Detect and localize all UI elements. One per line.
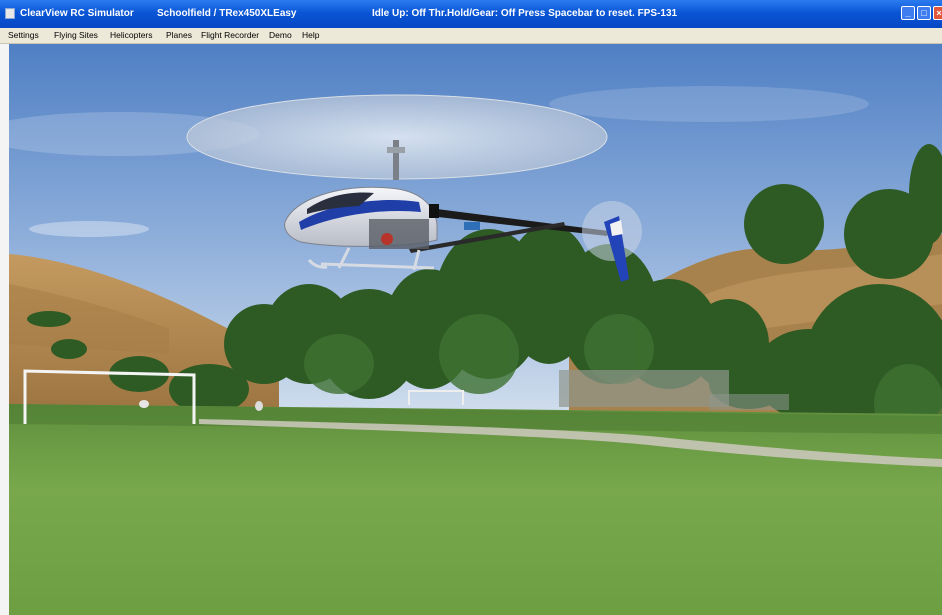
menu-flying-sites[interactable]: Flying Sites <box>54 30 98 41</box>
simulator-viewport[interactable] <box>9 44 942 615</box>
menu-planes[interactable]: Planes <box>166 30 192 41</box>
menu-helicopters[interactable]: Helicopters <box>110 30 153 41</box>
grass-field <box>9 404 942 615</box>
window-title-site: Schoolfield / TRex450XLEasy <box>157 8 297 19</box>
menu-demo[interactable]: Demo <box>269 30 292 41</box>
close-button[interactable]: × <box>933 6 942 20</box>
window-left-edge <box>0 44 9 615</box>
menu-flight-recorder[interactable]: Flight Recorder <box>201 30 259 41</box>
minimize-button[interactable]: _ <box>901 6 915 20</box>
flying-site-scene <box>9 44 942 615</box>
menu-bar: Settings Flying Sites Helicopters Planes… <box>0 28 942 44</box>
backstop-fence <box>559 370 729 407</box>
window-title-status: Idle Up: Off Thr.Hold/Gear: Off Press Sp… <box>372 8 678 19</box>
maximize-button[interactable]: □ <box>917 6 931 20</box>
menu-settings[interactable]: Settings <box>8 30 39 41</box>
menu-help[interactable]: Help <box>302 30 319 41</box>
window-title-app: ClearView RC Simulator <box>20 8 134 19</box>
title-bar[interactable]: ClearView RC Simulator Schoolfield / TRe… <box>0 0 942 28</box>
app-icon[interactable] <box>5 8 15 19</box>
